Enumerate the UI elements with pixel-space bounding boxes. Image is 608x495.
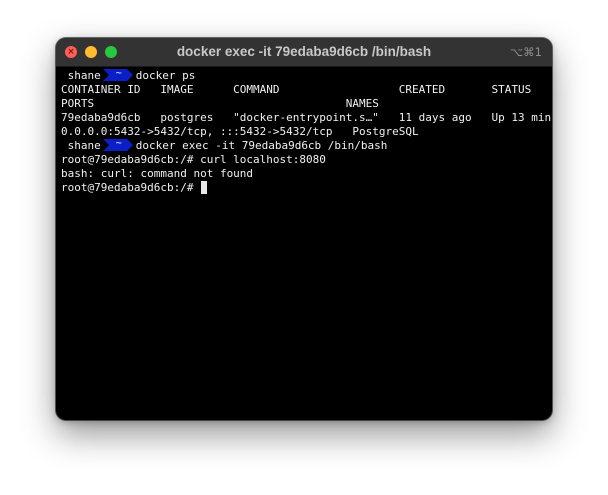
prompt-dir-segment: ~	[102, 68, 133, 81]
prompt-dir-segment: ~	[102, 138, 133, 151]
prompt-user: shane	[67, 69, 101, 82]
prompt-user: shane	[67, 139, 101, 152]
shell-line-error: bash: curl: command not found	[61, 167, 254, 180]
prompt-line-1: shane ~ docker ps	[61, 68, 548, 83]
ps-header-2: PORTS NAMES	[61, 97, 379, 110]
prompt-line-2: shane ~ docker exec -it 79edaba9d6cb /bin/…	[61, 138, 548, 153]
command-text: docker ps	[135, 69, 196, 82]
ps-row-2: 0.0.0.0:5432->5432/tcp, :::5432->5432/tc…	[61, 125, 419, 138]
terminal-window: × docker exec -it 79edaba9d6cb /bin/bash…	[56, 38, 552, 420]
title-bar[interactable]: × docker exec -it 79edaba9d6cb /bin/bash…	[56, 38, 552, 67]
window-shortcut: ⌥⌘1	[509, 45, 542, 59]
prompt-dir: ~	[115, 68, 122, 79]
shell-prompt: root@79edaba9d6cb:/#	[61, 181, 201, 194]
text-cursor	[201, 181, 208, 194]
ps-row-1: 79edaba9d6cb postgres "docker-entrypoint…	[61, 111, 552, 124]
window-title: docker exec -it 79edaba9d6cb /bin/bash	[176, 44, 432, 59]
shell-line-curl: root@79edaba9d6cb:/# curl localhost:8080	[61, 153, 326, 166]
terminal-output[interactable]: shane ~ docker ps CONTAINER ID IMAGE COMMA…	[61, 68, 552, 420]
ps-header-1: CONTAINER ID IMAGE COMMAND CREATED STATU…	[61, 83, 532, 96]
shell-prompt-line: root@79edaba9d6cb:/#	[61, 181, 548, 195]
prompt-dir: ~	[115, 138, 122, 149]
command-text: docker exec -it 79edaba9d6cb /bin/bash	[135, 139, 388, 152]
